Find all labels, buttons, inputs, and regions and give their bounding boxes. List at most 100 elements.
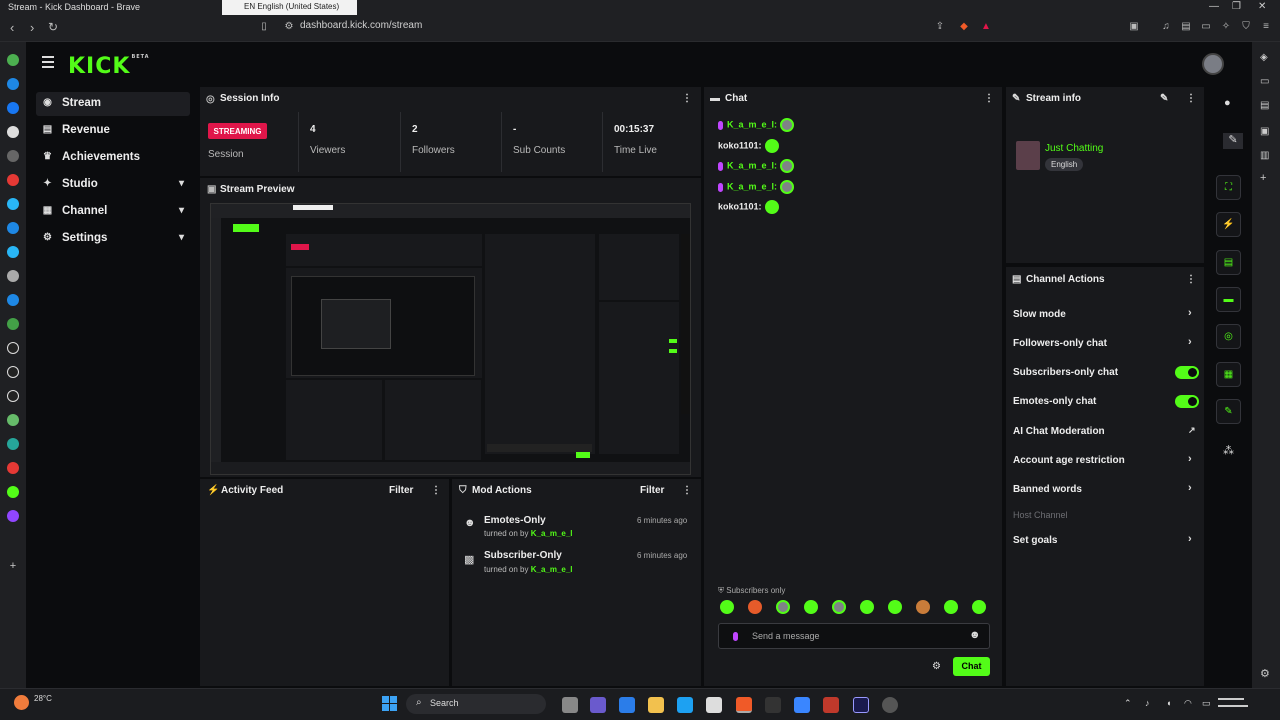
share-icon[interactable]: ⇪	[934, 21, 946, 33]
emote-icon[interactable]	[944, 600, 958, 614]
chevron-right-icon[interactable]: ›	[1188, 307, 1192, 319]
emote-icon[interactable]	[888, 600, 902, 614]
chat-action-icon[interactable]: ▬	[1216, 287, 1241, 312]
tray-chevron-icon[interactable]: ⌃	[1124, 698, 1132, 709]
more-icon[interactable]: ⋮	[1186, 93, 1196, 104]
stream-preview-video[interactable]	[210, 203, 691, 475]
obs-icon[interactable]	[882, 697, 898, 713]
external-link-icon[interactable]: ↗	[1188, 425, 1196, 436]
kick-icon[interactable]	[7, 486, 19, 498]
sidebar-item-studio[interactable]: ✦ Studio ▾	[36, 173, 190, 197]
premiere-icon[interactable]	[853, 697, 869, 713]
fullscreen-action-icon[interactable]: ⛶	[1216, 175, 1241, 200]
more-icon[interactable]: ⋮	[682, 93, 692, 104]
weather-icon[interactable]	[14, 695, 29, 710]
subscribers-only-toggle[interactable]	[1175, 366, 1199, 379]
reading-list-icon[interactable]: ▤	[1180, 21, 1192, 33]
set-goals-item[interactable]: Set goals	[1013, 535, 1057, 546]
app-icon[interactable]	[7, 294, 19, 306]
windows-start-icon[interactable]	[382, 696, 398, 712]
edit-icon[interactable]: ✎	[1223, 133, 1243, 149]
more-icon[interactable]: ⋮	[682, 485, 692, 496]
site-info-icon[interactable]: ⚙	[283, 21, 295, 33]
chevron-right-icon[interactable]: ›	[1188, 533, 1192, 545]
emote-icon[interactable]	[916, 600, 930, 614]
gmail-icon[interactable]	[7, 462, 19, 474]
app-icon[interactable]	[7, 54, 19, 66]
recording-app-icon[interactable]	[765, 697, 781, 713]
app-icon[interactable]	[7, 150, 19, 162]
rewards-icon[interactable]: ▲	[980, 21, 992, 33]
app-icon[interactable]	[7, 198, 19, 210]
reading-icon[interactable]: ▥	[1260, 150, 1269, 161]
followers-only-item[interactable]: Followers-only chat	[1013, 338, 1107, 349]
brave-icon[interactable]	[736, 697, 752, 713]
leo-icon[interactable]: ◈	[1260, 52, 1268, 63]
app-icon[interactable]	[7, 438, 19, 450]
store-icon[interactable]	[706, 697, 722, 713]
facebook-icon[interactable]	[7, 102, 19, 114]
kick-logo[interactable]: KICKBETA	[68, 54, 150, 79]
media-icon[interactable]: ♫	[1160, 21, 1172, 33]
more-icon[interactable]: ⋮	[431, 485, 441, 496]
brave-shield-icon[interactable]: ◆	[958, 21, 970, 33]
wallet-icon[interactable]: ▭	[1200, 21, 1212, 33]
emote-icon[interactable]	[748, 600, 762, 614]
sidebar-item-achievements[interactable]: ♛ Achievements	[36, 146, 190, 170]
tiktok-icon[interactable]	[7, 366, 19, 378]
sidebar-item-channel[interactable]: ▦ Channel ▾	[36, 200, 190, 224]
wallet-icon[interactable]: ▤	[1260, 100, 1269, 111]
edit-icon[interactable]: ✎	[1160, 93, 1168, 104]
chevron-right-icon[interactable]: ›	[1188, 453, 1192, 465]
emote-icon[interactable]	[832, 600, 846, 614]
gear-icon[interactable]: ⚙	[1260, 667, 1270, 680]
bookmarks-icon[interactable]: ▭	[1260, 76, 1269, 87]
emotes-only-toggle[interactable]	[1175, 395, 1199, 408]
chat-send-button[interactable]: Chat	[953, 657, 990, 676]
user-avatar[interactable]	[1202, 53, 1224, 75]
task-view-icon[interactable]	[562, 697, 578, 713]
volume-icon[interactable]: ◖	[1166, 698, 1171, 708]
app-icon[interactable]	[7, 270, 19, 282]
mic-tray-icon[interactable]: ♪	[1145, 698, 1150, 708]
file-explorer-icon[interactable]	[648, 697, 664, 713]
extensions-icon[interactable]: ✧	[1220, 21, 1232, 33]
reload-icon[interactable]: ↻	[48, 20, 58, 34]
battery-icon[interactable]: ▭	[1202, 698, 1211, 709]
edge-icon[interactable]	[677, 697, 693, 713]
sidebar-item-stream[interactable]: ◉ Stream	[36, 92, 190, 116]
wifi-icon[interactable]: ◠	[1184, 698, 1192, 709]
weather-temp[interactable]: 28°C	[34, 694, 52, 703]
chat-input[interactable]: Send a message ☻	[718, 623, 990, 649]
app-icon[interactable]	[7, 246, 19, 258]
clock[interactable]	[1218, 694, 1252, 714]
chat-settings-icon[interactable]: ⚙	[932, 661, 941, 672]
category-name[interactable]: Just Chatting	[1045, 143, 1103, 154]
mod-filter-button[interactable]: Filter	[640, 485, 664, 496]
ai-moderation-item[interactable]: AI Chat Moderation	[1013, 426, 1105, 437]
add-icon[interactable]: +	[1260, 172, 1266, 184]
emote-icon[interactable]	[972, 600, 986, 614]
tiktok-icon[interactable]	[7, 390, 19, 402]
sidebar-item-settings[interactable]: ⚙ Settings ▾	[36, 227, 190, 251]
emote-icon[interactable]	[804, 600, 818, 614]
vpn-icon[interactable]: ⛉	[1240, 21, 1252, 33]
activity-filter-button[interactable]: Filter	[389, 485, 413, 496]
chevron-right-icon[interactable]: ›	[1188, 482, 1192, 494]
menu-toggle-icon[interactable]	[42, 56, 54, 68]
close-icon[interactable]: ✕	[1258, 1, 1266, 12]
add-icon[interactable]: +	[7, 560, 19, 572]
app-icon[interactable]	[823, 697, 839, 713]
url-field[interactable]: dashboard.kick.com/stream	[300, 20, 422, 31]
forward-icon[interactable]: ›	[30, 20, 34, 35]
emote-icon[interactable]	[860, 600, 874, 614]
app-icon[interactable]	[7, 414, 19, 426]
category-thumbnail[interactable]	[1016, 141, 1040, 170]
slow-mode-item[interactable]: Slow mode	[1013, 309, 1066, 320]
more-icon[interactable]: ⋮	[1186, 274, 1196, 285]
menu-icon[interactable]: ≡	[1260, 21, 1272, 33]
minimize-icon[interactable]: —	[1209, 1, 1219, 12]
wrench-action-icon[interactable]: ✎	[1216, 399, 1241, 424]
lightning-action-icon[interactable]: ⚡	[1216, 212, 1241, 237]
info-icon[interactable]: ●	[1224, 97, 1231, 109]
